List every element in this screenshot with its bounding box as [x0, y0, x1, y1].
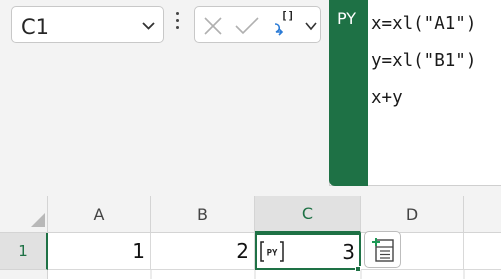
python-cell-icon: PY — [260, 241, 284, 262]
formula-actions-group: [] — [194, 6, 321, 43]
python-card-button[interactable] — [364, 231, 401, 268]
select-all-triangle — [31, 213, 45, 227]
row-2-gridlines — [150, 270, 465, 279]
column-header-e[interactable] — [464, 196, 501, 233]
code-line-3[interactable]: x+y — [371, 88, 403, 108]
python-badge: PY — [337, 9, 357, 28]
cell-a1-value: 1 — [132, 239, 145, 263]
cell-b1[interactable]: 2 — [151, 233, 255, 270]
column-header-a[interactable]: A — [48, 196, 151, 233]
code-line-1[interactable]: x=xl("A1") — [371, 14, 476, 34]
python-cell-tag: PY — [267, 249, 278, 259]
column-header-d[interactable]: D — [361, 196, 464, 233]
close-icon[interactable] — [204, 17, 222, 35]
code-line-2[interactable]: y=xl("B1") — [371, 51, 476, 71]
cell-c1-value: 3 — [342, 240, 355, 264]
row-header-2[interactable] — [0, 270, 48, 279]
card-add-icon — [372, 238, 394, 262]
chevron-down-icon[interactable] — [142, 19, 155, 32]
chevron-down-icon[interactable] — [305, 21, 317, 31]
python-output-icon[interactable] — [272, 23, 286, 41]
cell-a1[interactable]: 1 — [48, 233, 151, 270]
column-header-b[interactable]: B — [151, 196, 255, 233]
cell-e1[interactable] — [464, 233, 501, 270]
excel-python-window: C1 [] PY x=xl("A1") y=xl("B1") x+y A B C — [0, 0, 501, 279]
check-icon[interactable] — [235, 17, 259, 35]
name-box-value: C1 — [21, 15, 50, 39]
python-output-label: [] — [281, 9, 295, 22]
column-header-c[interactable]: C — [255, 196, 361, 233]
name-box[interactable]: C1 — [11, 6, 164, 43]
row-header-1[interactable]: 1 — [0, 233, 48, 270]
more-options-icon[interactable] — [173, 12, 181, 36]
cell-b1-value: 2 — [236, 239, 249, 263]
